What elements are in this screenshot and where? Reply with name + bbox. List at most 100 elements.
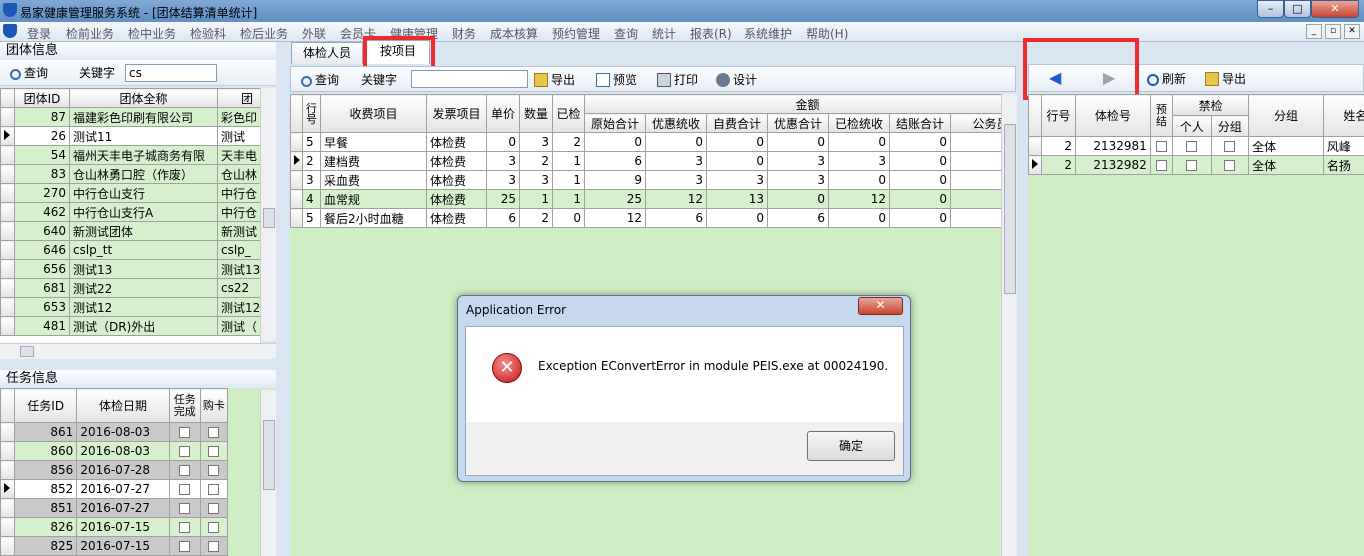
group-row[interactable]: 270 中行仓山支行 中行仓: [0, 183, 260, 203]
forbid-group-checkbox[interactable]: [1224, 141, 1236, 152]
col-group-name[interactable]: 团体全称: [69, 88, 218, 108]
maximize-button[interactable]: □: [1284, 0, 1311, 18]
task-done-cell[interactable]: [168, 517, 201, 537]
task-done-checkbox[interactable]: [179, 522, 191, 533]
col-exam-date[interactable]: 体检日期: [76, 388, 170, 423]
buy-card-cell[interactable]: [199, 460, 229, 480]
forbid-personal-checkbox[interactable]: [1186, 141, 1198, 152]
item-row[interactable]: 4 血常规 体检费 25 1 1 25 12 13 0 12 0: [290, 189, 1001, 209]
col-charge-item[interactable]: 收费项目: [320, 94, 427, 133]
tab-exam-people[interactable]: 体检人员: [291, 42, 363, 64]
group-vscroll[interactable]: [260, 88, 276, 341]
left-splitter[interactable]: [277, 42, 287, 556]
buy-card-checkbox[interactable]: [208, 522, 220, 533]
col-forbid-group[interactable]: 分组: [1210, 115, 1250, 137]
group-row[interactable]: 656 测试13 测试13: [0, 259, 260, 279]
task-vscroll[interactable]: [260, 390, 276, 556]
col-name[interactable]: 姓名: [1322, 94, 1364, 137]
ok-button[interactable]: 确定: [807, 431, 895, 461]
buy-card-cell[interactable]: [199, 498, 229, 518]
buy-card-cell[interactable]: [199, 479, 229, 499]
col-group[interactable]: 分组: [1248, 94, 1324, 137]
group-row[interactable]: 481 测试（DR)外出 测试（: [0, 316, 260, 336]
design-button[interactable]: 设计: [716, 71, 757, 89]
menu-lab[interactable]: 检验科: [190, 25, 226, 42]
task-done-cell[interactable]: [168, 498, 201, 518]
group-row[interactable]: 87 福建彩色印刷有限公司 彩色印: [0, 107, 260, 127]
forbid-group-checkbox[interactable]: [1224, 160, 1236, 171]
menu-pre-exam[interactable]: 检前业务: [66, 25, 114, 42]
task-row[interactable]: 860 2016-08-03: [0, 441, 229, 461]
task-done-checkbox[interactable]: [179, 427, 191, 438]
group-hscroll[interactable]: [0, 343, 276, 359]
item-row[interactable]: 5 餐后2小时血糖 体检费 6 2 0 12 6 0 6 0 0: [290, 208, 1001, 228]
col-civil-servant[interactable]: 公务员: [949, 113, 1001, 133]
task-done-checkbox[interactable]: [179, 484, 191, 495]
task-row[interactable]: 852 2016-07-27: [0, 479, 229, 499]
group-row[interactable]: 83 仓山林勇口腔（作废） 仓山林: [0, 164, 260, 184]
buy-card-cell[interactable]: [199, 441, 229, 461]
col-quantity[interactable]: 数量: [519, 94, 553, 133]
task-done-cell[interactable]: [168, 536, 201, 556]
group-keyword-input[interactable]: cs: [125, 64, 217, 82]
task-row[interactable]: 826 2016-07-15: [0, 517, 229, 537]
item-row[interactable]: 2 建档费 体检费 3 2 1 6 3 0 3 3 0: [290, 151, 1001, 171]
col-group-short[interactable]: 团: [217, 88, 260, 108]
forbid-personal-cell[interactable]: [1172, 136, 1212, 156]
col-invoice-item[interactable]: 发票项目: [426, 94, 487, 133]
menu-login[interactable]: 登录: [27, 25, 51, 42]
col-buy-card[interactable]: 购卡: [199, 388, 229, 423]
people-row[interactable]: 2 2132982 全体 名扬: [1028, 155, 1364, 175]
minimize-button[interactable]: –: [1257, 0, 1284, 18]
mdi-close-button[interactable]: ✕: [1344, 24, 1360, 39]
items-export-button[interactable]: 导出: [534, 71, 575, 89]
pre-settle-checkbox[interactable]: [1155, 141, 1167, 152]
col-discount-collect[interactable]: 优惠统收: [645, 113, 707, 133]
buy-card-checkbox[interactable]: [208, 465, 220, 476]
group-row[interactable]: 640 新测试团体 新测试: [0, 221, 260, 241]
col-group-id[interactable]: 团体ID: [14, 88, 70, 108]
task-done-checkbox[interactable]: [179, 503, 191, 514]
col-unit-price[interactable]: 单价: [486, 94, 520, 133]
forbid-personal-checkbox[interactable]: [1186, 160, 1198, 171]
refresh-button[interactable]: 刷新: [1147, 70, 1186, 88]
task-done-cell[interactable]: [168, 441, 201, 461]
task-row[interactable]: 856 2016-07-28: [0, 460, 229, 480]
group-query-button[interactable]: 查询: [10, 64, 48, 82]
buy-card-checkbox[interactable]: [208, 427, 220, 438]
forbid-group-cell[interactable]: [1210, 136, 1250, 156]
print-button[interactable]: 打印: [657, 71, 698, 89]
menu-post-exam[interactable]: 检后业务: [240, 25, 288, 42]
task-row[interactable]: 851 2016-07-27: [0, 498, 229, 518]
col-task-done[interactable]: 任务完成: [168, 388, 201, 423]
right-splitter[interactable]: [1017, 66, 1027, 556]
buy-card-checkbox[interactable]: [208, 446, 220, 457]
col-done-collect[interactable]: 已检统收: [828, 113, 890, 133]
preview-button[interactable]: 预览: [596, 71, 637, 89]
col-forbid-personal[interactable]: 个人: [1172, 115, 1212, 137]
col-row-no[interactable]: 行号: [302, 94, 321, 133]
people-export-button[interactable]: 导出: [1205, 70, 1246, 88]
task-done-checkbox[interactable]: [179, 446, 191, 457]
col-original-total[interactable]: 原始合计: [584, 113, 646, 133]
forbid-personal-cell[interactable]: [1172, 155, 1212, 175]
item-row[interactable]: 5 早餐 体检费 0 3 2 0 0 0 0 0 0: [290, 132, 1001, 152]
group-row[interactable]: 653 测试12 测试12: [0, 297, 260, 317]
items-query-button[interactable]: 查询: [301, 71, 339, 89]
group-row[interactable]: 681 测试22 cs22: [0, 278, 260, 298]
buy-card-cell[interactable]: [199, 517, 229, 537]
col-self-pay[interactable]: 自费合计: [706, 113, 768, 133]
buy-card-cell[interactable]: [199, 536, 229, 556]
buy-card-checkbox[interactable]: [208, 503, 220, 514]
buy-card-cell[interactable]: [199, 422, 229, 442]
task-row[interactable]: 825 2016-07-15: [0, 536, 229, 556]
group-row[interactable]: 462 中行仓山支行A 中行仓: [0, 202, 260, 222]
forbid-group-cell[interactable]: [1210, 155, 1250, 175]
col-task-id[interactable]: 任务ID: [14, 388, 78, 423]
pre-settle-checkbox[interactable]: [1155, 160, 1167, 171]
group-row[interactable]: 646 cslp_tt cslp_: [0, 240, 260, 260]
col-exam-no[interactable]: 体检号: [1075, 94, 1151, 137]
task-done-checkbox[interactable]: [179, 541, 191, 552]
menu-in-exam[interactable]: 检中业务: [128, 25, 176, 42]
col-pre-settle[interactable]: 预结: [1149, 94, 1174, 137]
